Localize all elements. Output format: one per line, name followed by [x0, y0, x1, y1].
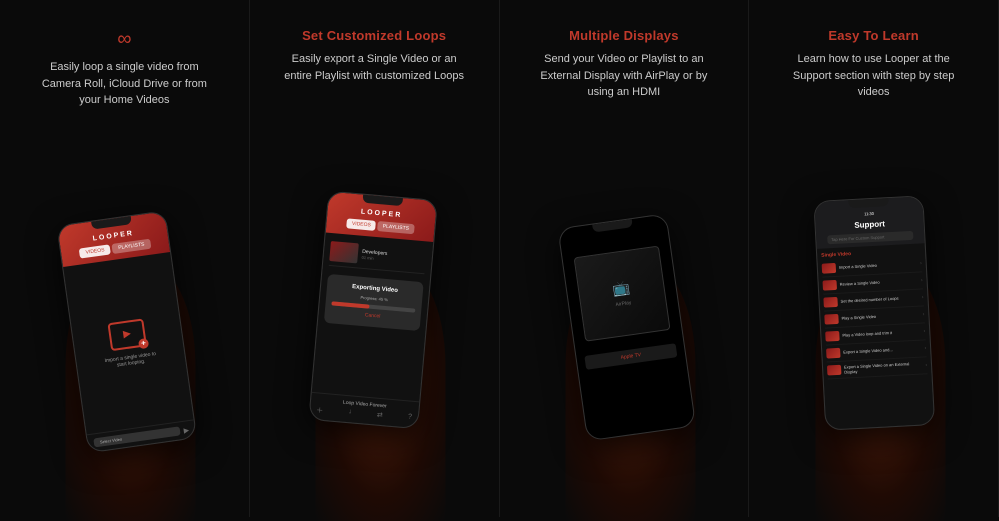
item-text-1: Import a Single Video: [838, 263, 876, 270]
screen1-logo: LOOPER: [93, 230, 135, 243]
apple-tv-label: Apple TV: [584, 344, 677, 371]
panel-easy-learn: Easy To Learn Learn how to use Looper at…: [749, 0, 999, 517]
tab-playlists-1: PLAYLISTS: [112, 238, 151, 253]
phone-wrap-1: LOOPER VIDEOS PLAYLISTS + Import a singl…: [12, 123, 237, 502]
item-text-4: Play a Single Video: [841, 314, 876, 321]
panel-custom-loops: Set Customized Loops Easily export a Sin…: [250, 0, 500, 517]
item-text-3: Set the desired number of Loops: [840, 296, 898, 304]
arrow-7: ›: [925, 362, 927, 368]
tab-videos-1: VIDEOS: [80, 244, 112, 258]
phone-screen-2: LOOPER VIDEOS PLAYLISTS Developers 01 mi…: [308, 190, 438, 429]
status-time: 11:30: [864, 211, 874, 217]
video-info: Developers 01 min: [362, 248, 427, 265]
arrow-3: ›: [921, 294, 923, 300]
item-icon-1: [821, 263, 836, 274]
tab-videos-2: VIDEOS: [347, 218, 377, 230]
play-icon: ▶: [183, 425, 189, 434]
arrow-1: ›: [920, 260, 922, 266]
video-item-1: Developers 01 min: [329, 237, 427, 274]
export-modal: Exporting Video Progress: 45 % Cancel: [324, 273, 424, 330]
add-icon: ＋: [316, 405, 324, 416]
screen2-body: Developers 01 min Exporting Video Progre…: [312, 232, 434, 401]
item-text-2: Review a Single Video: [839, 280, 879, 287]
panel2-desc: Easily export a Single Video or an entir…: [284, 51, 464, 84]
screen3-list: Apple TV: [575, 335, 686, 380]
item-text-7: Export a Single Video on an External Dis…: [844, 360, 923, 374]
item-icon-5: [825, 331, 840, 342]
panel3-desc: Send your Video or Playlist to an Extern…: [534, 51, 714, 101]
phone-wrap-4: 11:30 Support Tap Here For Custom Suppor…: [761, 115, 986, 502]
arrow-5: ›: [923, 328, 925, 334]
progress-bar-fill: [332, 301, 370, 308]
tv-icon: 📺: [611, 279, 631, 298]
panel4-title: Easy To Learn: [828, 28, 919, 43]
ext-display: 📺 AirPlay: [573, 246, 670, 342]
custom-support-search: Tap Here For Custom Support: [827, 231, 914, 245]
download-icon: ↓: [348, 408, 352, 418]
notch-4: [848, 198, 888, 208]
panel3-title: Multiple Displays: [569, 28, 679, 43]
help-icon: ?: [408, 413, 413, 423]
display-content: 📺 AirPlay: [611, 279, 632, 308]
panel-multiple-displays: Multiple Displays Send your Video or Pla…: [500, 0, 750, 517]
phone-screen-4: 11:30 Support Tap Here For Custom Suppor…: [813, 195, 935, 430]
phone-wrap-3: 📺 AirPlay Apple TV: [512, 115, 737, 502]
panel1-desc: Easily loop a single video from Camera R…: [34, 59, 214, 109]
screen1-footer-icons: ▶: [183, 425, 189, 434]
panel2-title: Set Customized Loops: [302, 28, 446, 43]
item-icon-7: [827, 365, 842, 376]
phone-wrap-2: LOOPER VIDEOS PLAYLISTS Developers 01 mi…: [262, 98, 487, 501]
share-icon: ⇄: [377, 410, 384, 420]
arrow-6: ›: [924, 345, 926, 351]
support-title: Support: [854, 219, 885, 230]
item-icon-4: [824, 314, 839, 325]
panel-loop-single: ∞ Easily loop a single video from Camera…: [0, 0, 250, 517]
item-icon-2: [822, 280, 837, 291]
infinity-icon: ∞: [117, 28, 131, 51]
import-label: Import a single video tostart looping.: [105, 350, 158, 369]
airplay-label: AirPlay: [614, 300, 632, 308]
item-text-6: Export a Single Video and...: [843, 347, 893, 355]
item-icon-6: [826, 348, 841, 359]
item-text-5: Play a Video loop and trim it: [842, 330, 892, 338]
arrow-4: ›: [922, 311, 924, 317]
video-thumb: [329, 241, 359, 263]
screen1-body: + Import a single video tostart looping.: [64, 252, 194, 434]
screen4-body: Single Video Import a Single Video › Rev…: [816, 243, 933, 429]
arrow-2: ›: [920, 277, 922, 283]
import-icon: +: [108, 318, 148, 351]
screen2-tabs: VIDEOS PLAYLISTS: [347, 218, 415, 234]
plus-icon: +: [138, 337, 149, 348]
screen-content-2: LOOPER VIDEOS PLAYLISTS Developers 01 mi…: [310, 191, 437, 428]
tab-playlists-2: PLAYLISTS: [377, 221, 414, 234]
screen-content-4: 11:30 Support Tap Here For Custom Suppor…: [814, 196, 934, 429]
item-icon-3: [823, 297, 838, 308]
panel4-desc: Learn how to use Looper at the Support s…: [784, 51, 964, 101]
screen2-logo: LOOPER: [361, 208, 403, 219]
